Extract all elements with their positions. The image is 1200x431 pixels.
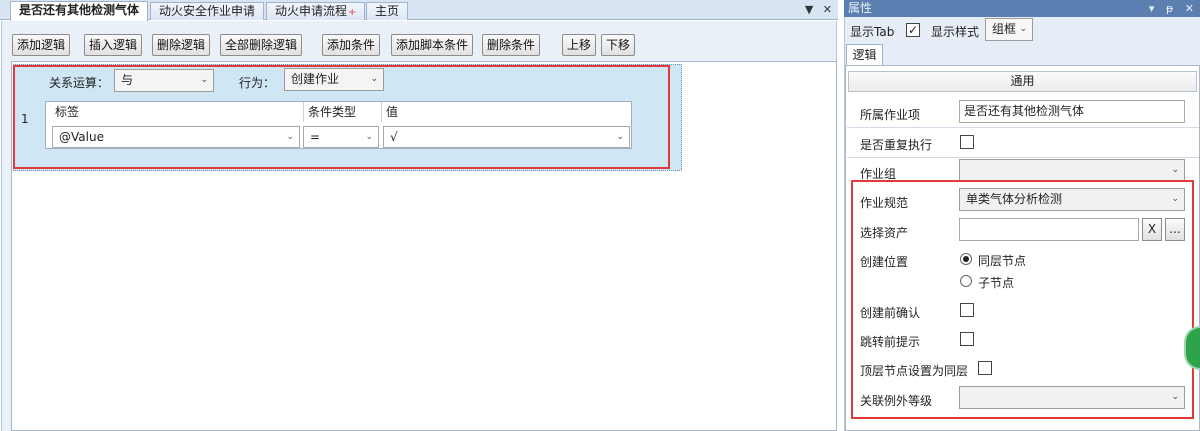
tab-tools: ▼ ✕ xyxy=(799,3,832,16)
panel-title: 属性 xyxy=(848,1,873,15)
position-same-level-label: 同层节点 xyxy=(978,254,1027,268)
show-tab-checkbox[interactable]: ✓ xyxy=(906,23,920,37)
row-divider xyxy=(847,127,1199,128)
modified-mark-icon: + xyxy=(348,7,357,18)
delete-all-logic-button[interactable]: 全部删除逻辑 xyxy=(220,34,303,56)
property-panel-title: 属性 ▾ ᵽ ✕ xyxy=(844,0,1200,17)
close-tab-icon[interactable]: ✕ xyxy=(823,3,832,16)
delete-condition-button[interactable]: 删除条件 xyxy=(482,34,541,56)
asset-label: 选择资产 xyxy=(860,226,909,240)
chevron-down-icon: ⌄ xyxy=(1171,194,1179,204)
tab-logic-label: 逻辑 xyxy=(852,48,877,62)
panel-menu-icon[interactable]: ▾ xyxy=(1149,2,1155,15)
floating-action-icon[interactable] xyxy=(1184,326,1200,370)
column-header-condition-type[interactable]: 条件类型 xyxy=(304,102,382,122)
chevron-down-icon: ⌄ xyxy=(1171,392,1179,402)
tab-label: 主页 xyxy=(375,4,400,18)
tab-label: 是否还有其他检测气体 xyxy=(19,3,140,17)
show-style-value: 组框 xyxy=(992,22,1017,36)
move-up-button[interactable]: 上移 xyxy=(562,34,597,56)
condition-grid: 标签 条件类型 值 @Value ⌄ = ⌄ √ ⌄ xyxy=(45,101,632,149)
logic-row-number: 1 xyxy=(21,112,29,126)
insert-logic-button[interactable]: 插入逻辑 xyxy=(84,34,143,56)
tag-cell-value: @Value xyxy=(59,130,104,144)
value-cell-value: √ xyxy=(390,130,398,144)
chevron-down-icon: ⌄ xyxy=(1171,165,1179,175)
action-label: 行为： xyxy=(239,76,276,90)
spec-select[interactable]: 单类气体分析检测 ⌄ xyxy=(959,188,1185,211)
spec-label: 作业规范 xyxy=(860,196,909,210)
top-node-label: 顶层节点设置为同层 xyxy=(860,364,969,378)
asset-browse-button[interactable]: ... xyxy=(1165,218,1185,241)
tab-hot-work-flow[interactable]: 动火申请流程+ xyxy=(266,2,366,20)
close-icon[interactable]: ✕ xyxy=(1185,2,1194,15)
action-value: 创建作业 xyxy=(291,72,340,86)
tag-cell-select[interactable]: @Value ⌄ xyxy=(52,126,300,148)
column-header-value[interactable]: 值 xyxy=(382,102,631,122)
tab-logic[interactable]: 逻辑 xyxy=(846,44,883,66)
condition-type-cell-select[interactable]: = ⌄ xyxy=(303,126,379,148)
exception-label: 关联例外等级 xyxy=(860,394,933,408)
condition-type-cell-value: = xyxy=(310,130,321,144)
show-style-label: 显示样式 xyxy=(931,25,980,39)
chevron-down-icon: ⌄ xyxy=(616,132,624,142)
row-divider xyxy=(847,157,1199,158)
owner-item-field[interactable]: 是否还有其他检测气体 xyxy=(959,100,1185,123)
show-tab-label: 显示Tab xyxy=(850,25,895,39)
selection-highlight xyxy=(851,180,1194,419)
top-node-checkbox[interactable] xyxy=(978,361,992,375)
chevron-down-icon: ⌄ xyxy=(1019,24,1027,34)
asset-field[interactable] xyxy=(959,218,1139,241)
value-cell-select[interactable]: √ ⌄ xyxy=(383,126,630,148)
confirm-checkbox[interactable] xyxy=(960,303,974,317)
position-child-radio[interactable] xyxy=(960,275,972,287)
tab-hot-work-application[interactable]: 动火安全作业申请 xyxy=(150,2,265,20)
column-header-tag[interactable]: 标签 xyxy=(51,102,304,122)
delete-logic-button[interactable]: 删除逻辑 xyxy=(152,34,211,56)
move-down-button[interactable]: 下移 xyxy=(601,34,636,56)
owner-item-label: 所属作业项 xyxy=(860,108,921,122)
add-script-condition-button[interactable]: 添加脚本条件 xyxy=(391,34,474,56)
add-logic-button[interactable]: 添加逻辑 xyxy=(12,34,71,56)
tab-gas-detection[interactable]: 是否还有其他检测气体 xyxy=(10,1,149,21)
spec-value: 单类气体分析检测 xyxy=(966,192,1063,206)
tab-list-dropdown-icon[interactable]: ▼ xyxy=(805,3,813,16)
section-header-label: 通用 xyxy=(1010,74,1035,88)
asset-clear-button[interactable]: X xyxy=(1142,218,1162,241)
chevron-down-icon: ⌄ xyxy=(370,74,378,84)
section-header-general[interactable]: 通用 xyxy=(848,71,1197,92)
jump-label: 跳转前提示 xyxy=(860,335,921,349)
exception-select[interactable]: ⌄ xyxy=(959,386,1185,409)
relation-value: 与 xyxy=(121,73,134,87)
repeat-checkbox[interactable] xyxy=(960,135,974,149)
relation-label: 关系运算： xyxy=(49,76,110,90)
document-tab-strip: 是否还有其他检测气体 动火安全作业申请 动火申请流程+ 主页 ▼ ✕ xyxy=(0,0,838,21)
position-label: 创建位置 xyxy=(860,255,909,269)
position-child-label: 子节点 xyxy=(978,276,1015,290)
chevron-down-icon: ⌄ xyxy=(286,132,294,142)
show-style-select[interactable]: 组框 ⌄ xyxy=(985,18,1033,41)
relation-select[interactable]: 与 ⌄ xyxy=(114,69,214,92)
pin-icon[interactable]: ᵽ xyxy=(1166,2,1173,15)
confirm-label: 创建前确认 xyxy=(860,306,921,320)
tab-label: 动火申请流程 xyxy=(275,4,348,18)
add-condition-button[interactable]: 添加条件 xyxy=(322,34,381,56)
chevron-down-icon: ⌄ xyxy=(365,132,373,142)
group-select[interactable]: ⌄ xyxy=(959,159,1185,182)
action-select[interactable]: 创建作业 ⌄ xyxy=(284,68,384,91)
jump-checkbox[interactable] xyxy=(960,332,974,346)
chevron-down-icon: ⌄ xyxy=(200,75,208,85)
tab-label: 动火安全作业申请 xyxy=(159,4,256,18)
position-same-level-radio[interactable] xyxy=(960,253,972,265)
repeat-label: 是否重复执行 xyxy=(860,138,933,152)
tab-home[interactable]: 主页 xyxy=(366,2,409,20)
